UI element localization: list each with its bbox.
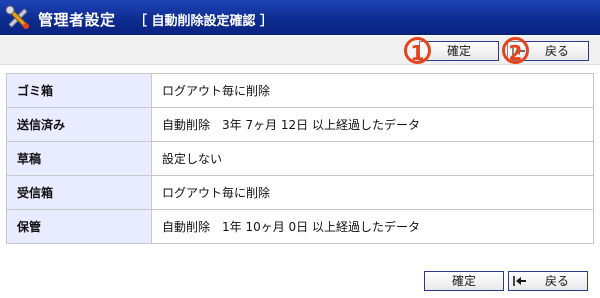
table-row: 保管 自動削除 1年 10ヶ月 0日 以上経過したデータ [6, 209, 594, 244]
setting-value: ログアウト毎に削除 [151, 73, 594, 108]
setting-value: ログアウト毎に削除 [151, 175, 594, 210]
top-button-bar: 確定 戻る 1 2 [0, 36, 600, 65]
setting-value: 自動削除 3年 7ヶ月 12日 以上経過したデータ [151, 107, 594, 142]
settings-table: ゴミ箱 ログアウト毎に削除 送信済み 自動削除 3年 7ヶ月 12日 以上経過し… [6, 73, 594, 244]
setting-value: 設定しない [151, 141, 594, 176]
page-subtitle: ［ 自動削除設定確認 ］ [134, 14, 274, 29]
setting-label: 送信済み [6, 107, 152, 142]
table-row: ゴミ箱 ログアウト毎に削除 [6, 73, 594, 108]
setting-label: 保管 [6, 209, 152, 244]
annotation-marker-2: 2 [502, 37, 529, 65]
setting-label: ゴミ箱 [6, 73, 152, 108]
back-button-bottom[interactable]: 戻る [508, 271, 588, 291]
setting-label: 受信箱 [6, 175, 152, 210]
confirm-button-top[interactable]: 確定 [419, 41, 499, 61]
setting-value: 自動削除 1年 10ヶ月 0日 以上経過したデータ [151, 209, 594, 244]
table-row: 草稿 設定しない [6, 141, 594, 176]
confirm-button-bottom[interactable]: 確定 [424, 271, 504, 291]
header-bar: 管理者設定 ［ 自動削除設定確認 ］ [0, 0, 600, 35]
confirm-button-label: 確定 [446, 44, 471, 58]
table-row: 受信箱 ログアウト毎に削除 [6, 175, 594, 210]
back-button-label: 戻る [544, 274, 569, 288]
confirm-button-label: 確定 [451, 274, 476, 288]
bottom-button-bar: 確定 戻る [0, 264, 600, 298]
table-row: 送信済み 自動削除 3年 7ヶ月 12日 以上経過したデータ [6, 107, 594, 142]
page-title: 管理者設定 [38, 11, 116, 29]
annotation-marker-1: 1 [404, 37, 431, 65]
setting-label: 草稿 [6, 141, 152, 176]
tools-icon [5, 5, 29, 29]
